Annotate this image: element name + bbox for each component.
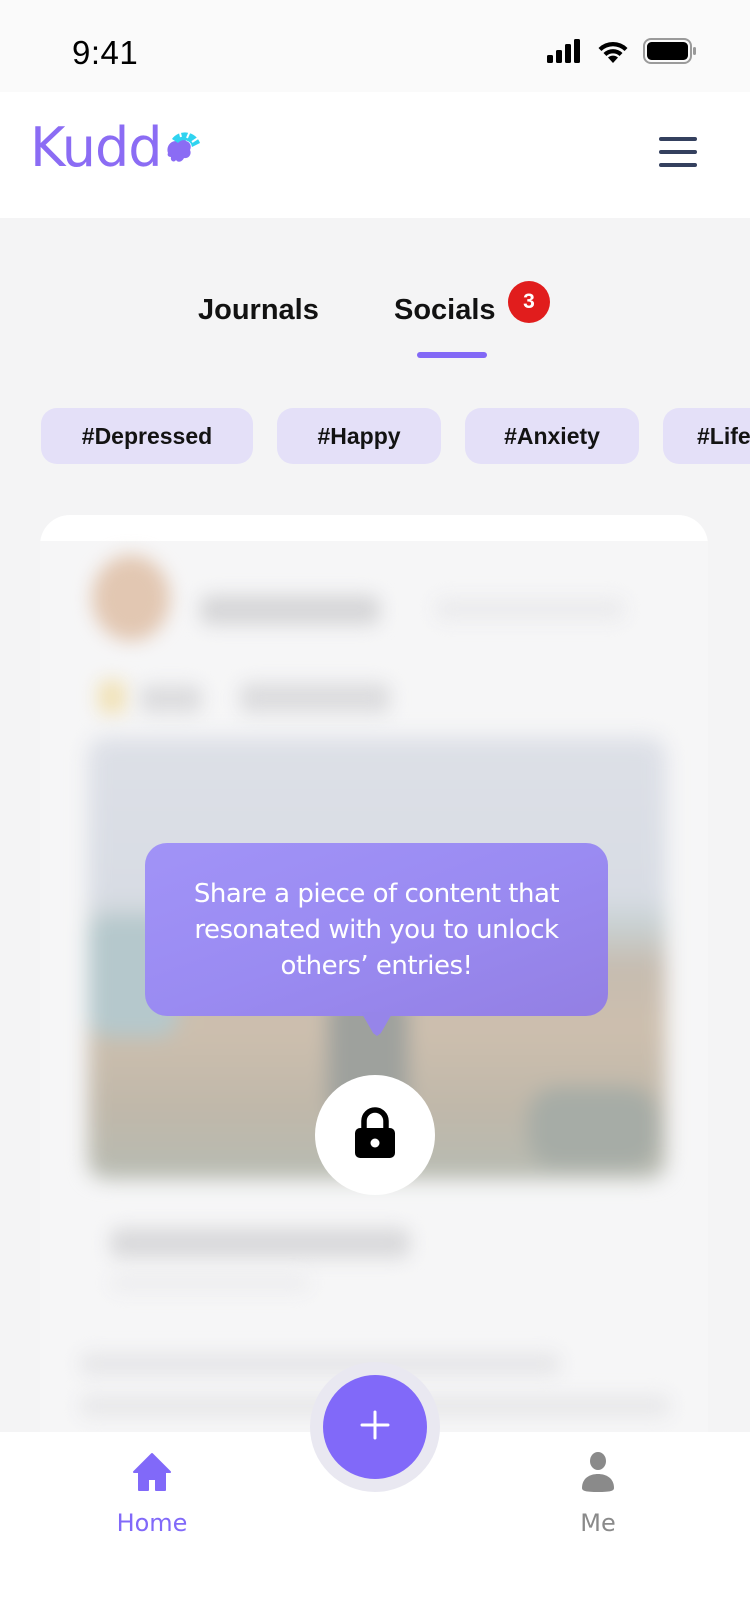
person-icon: [580, 1452, 616, 1497]
status-icons: [547, 37, 697, 69]
tag-anxiety[interactable]: #Anxiety: [465, 408, 639, 464]
nav-home-label: Home: [116, 1509, 188, 1537]
notification-badge: 3: [508, 281, 550, 323]
nav-me[interactable]: Me: [538, 1452, 658, 1537]
create-post-button[interactable]: [323, 1375, 427, 1479]
nav-me-label: Me: [580, 1509, 616, 1537]
tag-happy[interactable]: #Happy: [277, 408, 441, 464]
card-top-edge: [40, 515, 708, 541]
menu-line: [659, 150, 697, 154]
lock-icon: [354, 1106, 396, 1164]
brain-logo-icon: [162, 125, 202, 172]
blurred-mood-icon: [98, 680, 126, 714]
unlock-tooltip-text: Share a piece of content that resonated …: [193, 878, 560, 981]
blurred-post-meta: [110, 1275, 310, 1291]
tag-life[interactable]: #Life: [663, 408, 750, 464]
plus-icon: [360, 1410, 390, 1445]
battery-icon: [643, 37, 697, 69]
tab-socials[interactable]: Socials: [394, 294, 496, 327]
nav-home[interactable]: Home: [92, 1452, 212, 1537]
logo-wordmark: Kudd: [30, 116, 163, 179]
feed-tabs: Journals Socials 3: [0, 280, 750, 370]
blurred-mood-label: [140, 685, 202, 713]
tag-filter-list: #Depressed #Happy #Anxiety #Life: [41, 408, 750, 464]
menu-line: [659, 163, 697, 167]
menu-line: [659, 137, 697, 141]
status-time: 9:41: [72, 34, 139, 71]
status-bar: 9:41: [0, 0, 750, 92]
cellular-signal-icon: [547, 38, 583, 68]
app-screen: 9:41 Kudd Journals Socials 3 #Depressed …: [0, 0, 750, 1624]
blurred-avatar: [92, 555, 170, 641]
kuddo-logo[interactable]: Kudd: [30, 118, 202, 178]
blurred-post-text: [80, 1353, 560, 1375]
blurred-post-title: [110, 1228, 410, 1258]
unlock-tooltip: Share a piece of content that resonated …: [145, 843, 608, 1036]
wifi-icon: [597, 39, 629, 68]
hamburger-menu-icon[interactable]: [652, 130, 704, 174]
blurred-tag: [240, 683, 390, 713]
tag-depressed[interactable]: #Depressed: [41, 408, 253, 464]
blurred-date: [435, 598, 625, 620]
tab-journals[interactable]: Journals: [198, 294, 319, 327]
blurred-username: [200, 595, 380, 625]
unlock-button[interactable]: [315, 1075, 435, 1195]
home-icon: [132, 1452, 172, 1497]
active-tab-indicator: [417, 352, 487, 358]
app-header: Kudd: [0, 92, 750, 218]
